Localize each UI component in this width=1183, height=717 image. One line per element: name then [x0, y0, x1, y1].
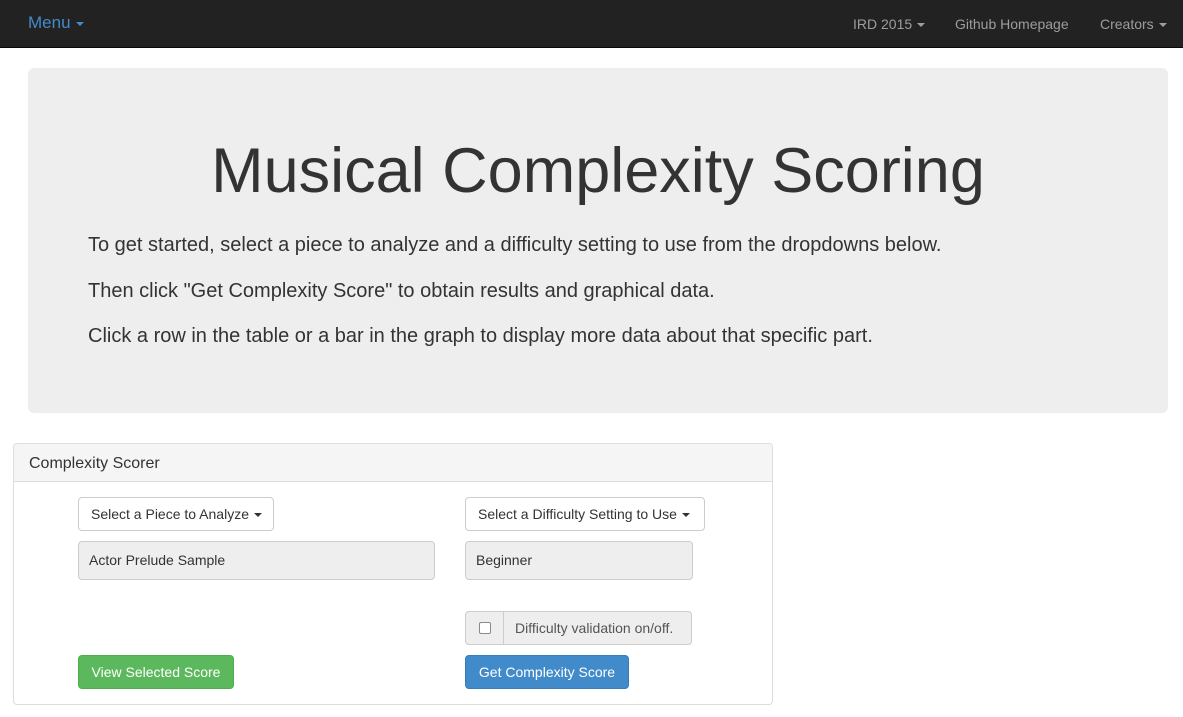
- page-title: Musical Complexity Scoring: [211, 136, 985, 206]
- instruction-line-1: To get started, select a piece to analyz…: [88, 234, 942, 256]
- instruction-line-2: Then click "Get Complexity Score" to obt…: [88, 280, 715, 302]
- instruction-line-3: Click a row in the table or a bar in the…: [88, 325, 873, 347]
- nav-github-label: Github Homepage: [955, 16, 1069, 32]
- select-difficulty-dropdown[interactable]: Select a Difficulty Setting to Use: [465, 497, 705, 531]
- caret-down-icon: [1158, 23, 1167, 28]
- nav-creators-dropdown[interactable]: Creators: [1100, 15, 1167, 33]
- difficulty-validation-group: Difficulty validation on/off.: [465, 611, 692, 645]
- menu-label: Menu: [28, 13, 71, 32]
- checkbox-addon: [466, 612, 504, 644]
- caret-down-icon: [681, 513, 690, 518]
- selected-piece-field: Actor Prelude Sample: [78, 541, 435, 580]
- difficulty-validation-checkbox[interactable]: [479, 622, 491, 634]
- get-complexity-score-button[interactable]: Get Complexity Score: [465, 655, 629, 689]
- nav-ird-2015-dropdown[interactable]: IRD 2015: [853, 15, 926, 33]
- nav-github-homepage-link[interactable]: Github Homepage: [955, 15, 1069, 33]
- select-difficulty-label: Select a Difficulty Setting to Use: [478, 506, 677, 522]
- panel-heading: Complexity Scorer: [14, 444, 772, 482]
- difficulty-validation-label: Difficulty validation on/off.: [515, 620, 674, 636]
- caret-down-icon: [75, 21, 84, 26]
- nav-ird-label: IRD 2015: [853, 16, 913, 32]
- top-navbar: Menu IRD 2015 Github Homepage Creators: [0, 0, 1183, 48]
- selected-difficulty-field: Beginner: [465, 541, 693, 580]
- caret-down-icon: [254, 513, 262, 518]
- menu-dropdown[interactable]: Menu: [28, 12, 84, 34]
- view-selected-score-button[interactable]: View Selected Score: [78, 655, 234, 689]
- panel-title: Complexity Scorer: [29, 455, 160, 472]
- nav-creators-label: Creators: [1100, 16, 1154, 32]
- select-piece-label: Select a Piece to Analyze: [91, 506, 249, 522]
- select-piece-dropdown[interactable]: Select a Piece to Analyze: [78, 497, 274, 531]
- caret-down-icon: [917, 23, 926, 28]
